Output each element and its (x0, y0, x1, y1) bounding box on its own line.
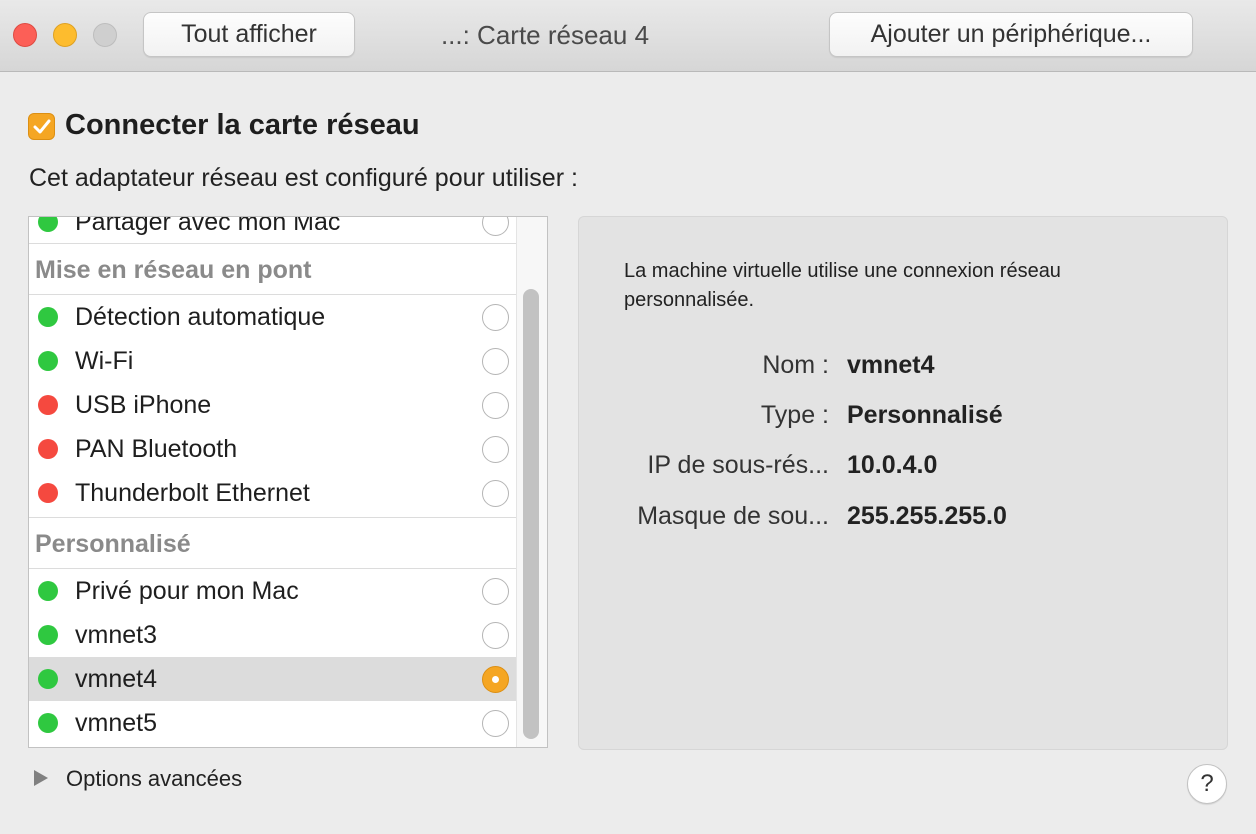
list-item-label: vmnet4 (75, 665, 157, 693)
field-key-name: Nom : (762, 351, 829, 379)
close-window-button[interactable] (13, 23, 37, 47)
list-item-pan-bluetooth[interactable]: PAN Bluetooth (29, 427, 517, 471)
show-all-button[interactable]: Tout afficher (143, 12, 355, 57)
section-header-label: Personnalisé (35, 530, 191, 558)
radio-button[interactable] (482, 578, 509, 605)
list-item-detection-auto[interactable]: Détection automatique (29, 295, 517, 339)
status-green-icon (38, 625, 58, 645)
list-item-wifi[interactable]: Wi-Fi (29, 339, 517, 383)
status-green-icon (38, 669, 58, 689)
status-red-icon (38, 395, 58, 415)
section-header-bridged: Mise en réseau en pont (29, 243, 517, 295)
connect-checkbox[interactable] (28, 113, 55, 140)
status-green-icon (38, 351, 58, 371)
list-item-thunderbolt-ethernet[interactable]: Thunderbolt Ethernet (29, 471, 517, 515)
radio-button[interactable] (482, 480, 509, 507)
list-item-label: USB iPhone (75, 391, 212, 419)
title-bar: Tout afficher ...: Carte réseau 4 Ajoute… (0, 0, 1256, 72)
checkmark-icon (33, 119, 50, 133)
radio-button[interactable] (482, 622, 509, 649)
status-red-icon (38, 439, 58, 459)
list-item-vmnet3[interactable]: vmnet3 (29, 613, 517, 657)
radio-button[interactable] (482, 392, 509, 419)
status-green-icon (38, 713, 58, 733)
list-item-label: PAN Bluetooth (75, 435, 238, 463)
field-value-name: vmnet4 (847, 351, 935, 379)
advanced-options-label[interactable]: Options avancées (66, 766, 242, 792)
connect-checkbox-label[interactable]: Connecter la carte réseau (65, 109, 420, 142)
list-item-label: Wi-Fi (75, 347, 134, 375)
zoom-window-button[interactable] (93, 23, 117, 47)
field-value-type: Personnalisé (847, 401, 1003, 429)
field-key-subnet-ip: IP de sous-rés... (647, 451, 829, 479)
list-item-private-mac[interactable]: Privé pour mon Mac (29, 569, 517, 613)
radio-button[interactable] (482, 304, 509, 331)
list-item-label: Privé pour mon Mac (75, 577, 299, 605)
network-details-panel: La machine virtuelle utilise une connexi… (578, 216, 1228, 750)
list-item-label: Détection automatique (75, 303, 326, 331)
radio-button[interactable] (482, 217, 509, 236)
field-key-type: Type : (760, 401, 829, 429)
radio-button[interactable] (482, 710, 509, 737)
field-value-subnet-ip: 10.0.4.0 (847, 451, 938, 479)
minimize-window-button[interactable] (53, 23, 77, 47)
list-item-vmnet4[interactable]: vmnet4 (29, 657, 517, 701)
radio-button[interactable] (482, 436, 509, 463)
status-green-icon (38, 307, 58, 327)
section-header-custom: Personnalisé (29, 517, 517, 569)
help-button[interactable]: ? (1187, 764, 1227, 804)
list-item-label: vmnet3 (75, 621, 157, 649)
list-item[interactable]: Partager avec mon Mac (29, 216, 517, 244)
list-item-usb-iphone[interactable]: USB iPhone (29, 383, 517, 427)
list-item-label: Partager avec mon Mac (75, 216, 341, 236)
list-item-vmnet5[interactable]: vmnet5 (29, 701, 517, 745)
radio-button[interactable] (482, 348, 509, 375)
add-device-button[interactable]: Ajouter un périphérique... (829, 12, 1193, 57)
radio-button-selected[interactable] (482, 666, 509, 693)
window-title: ...: Carte réseau 4 (440, 20, 650, 50)
details-description: La machine virtuelle utilise une connexi… (624, 260, 1061, 311)
list-item-label: vmnet5 (75, 709, 157, 737)
status-green-icon (38, 581, 58, 601)
status-red-icon (38, 483, 58, 503)
disclosure-triangle-icon[interactable] (34, 770, 48, 786)
field-key-subnet-mask: Masque de sou... (637, 502, 829, 530)
network-source-list[interactable]: Partager avec mon Mac Mise en réseau en … (28, 216, 548, 748)
field-value-subnet-mask: 255.255.255.0 (847, 502, 1007, 530)
list-item-label: Thunderbolt Ethernet (75, 479, 310, 507)
scrollbar-thumb[interactable] (523, 289, 539, 739)
adapter-subtitle: Cet adaptateur réseau est configuré pour… (29, 164, 578, 192)
status-green-icon (38, 217, 58, 232)
section-header-label: Mise en réseau en pont (35, 256, 312, 284)
